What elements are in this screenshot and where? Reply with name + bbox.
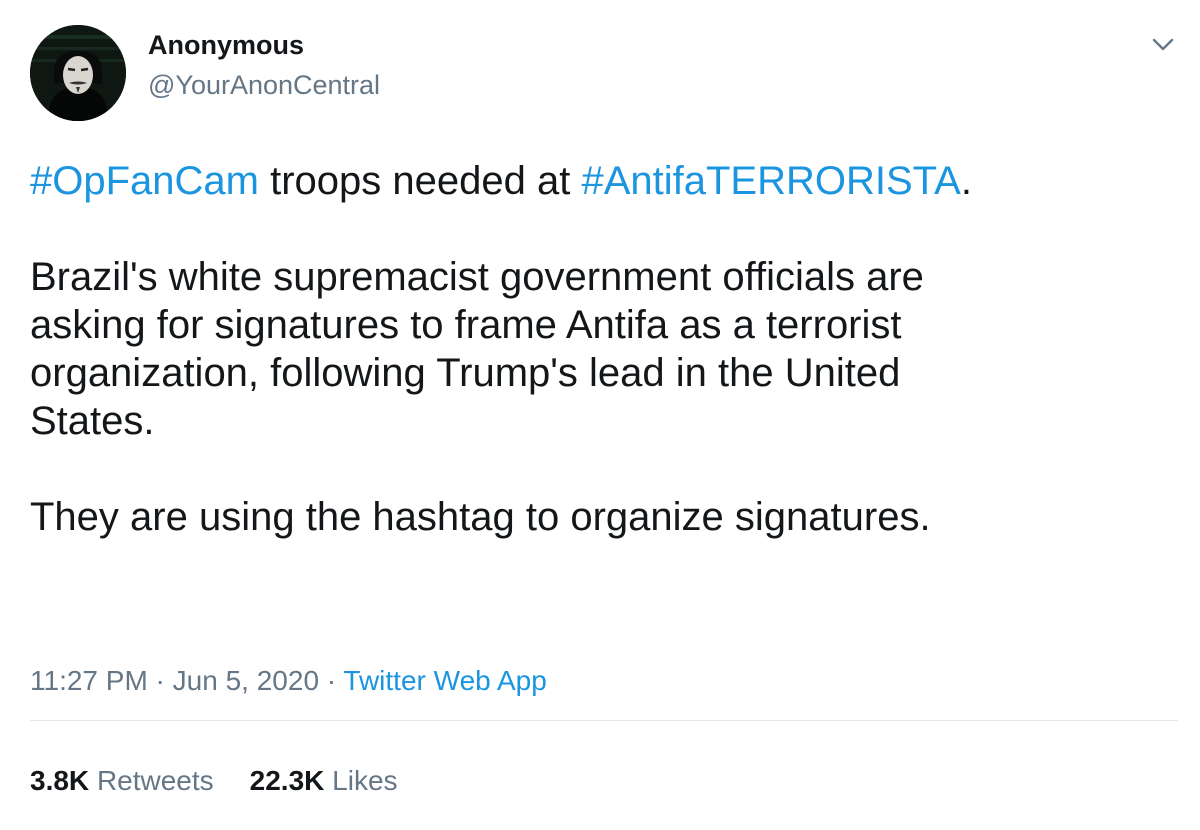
tweet-line: Brazil's white supremacist government of… xyxy=(30,255,924,299)
author-display-name[interactable]: Anonymous xyxy=(148,30,304,61)
tweet-line: States. xyxy=(30,399,155,443)
tweet-source-link[interactable]: Twitter Web App xyxy=(343,665,546,696)
tweet-date[interactable]: Jun 5, 2020 xyxy=(173,665,319,696)
retweets-label: Retweets xyxy=(96,765,214,796)
tweet-stats: 3.8K Retweets 22.3K Likes xyxy=(30,765,398,797)
tweet-text-segment: . xyxy=(960,159,972,203)
tweet-text-segment: troops needed at xyxy=(258,159,582,203)
likes-stat[interactable]: 22.3K Likes xyxy=(250,765,398,796)
anonymous-mask-icon xyxy=(30,25,126,121)
tweet-text: #OpFanCam troops needed at #AntifaTERROR… xyxy=(30,157,1170,541)
chevron-down-icon xyxy=(1152,38,1174,51)
retweets-count: 3.8K xyxy=(30,765,90,796)
tweet-line: asking for signatures to frame Antifa as… xyxy=(30,303,902,347)
likes-label: Likes xyxy=(332,765,398,796)
tweet-metadata: 11:27 PM · Jun 5, 2020 · Twitter Web App xyxy=(30,665,547,697)
retweets-stat[interactable]: 3.8K Retweets xyxy=(30,765,214,796)
divider xyxy=(30,720,1178,721)
hashtag-link[interactable]: #OpFanCam xyxy=(30,159,259,203)
meta-separator: · xyxy=(319,665,344,696)
likes-count: 22.3K xyxy=(249,765,325,796)
meta-separator: · xyxy=(147,665,173,696)
author-handle[interactable]: @YourAnonCentral xyxy=(148,70,380,101)
tweet-line: #OpFanCam troops needed at #AntifaTERROR… xyxy=(30,157,1170,205)
tweet-line: organization, following Trump's lead in … xyxy=(30,351,901,395)
avatar[interactable] xyxy=(30,25,126,121)
tweet-timestamp[interactable]: 11:27 PM xyxy=(30,665,148,696)
tweet-line: They are using the hashtag to organize s… xyxy=(30,495,931,539)
hashtag-link[interactable]: #AntifaTERRORISTA xyxy=(581,159,960,203)
tweet-menu-button[interactable] xyxy=(1148,30,1178,60)
